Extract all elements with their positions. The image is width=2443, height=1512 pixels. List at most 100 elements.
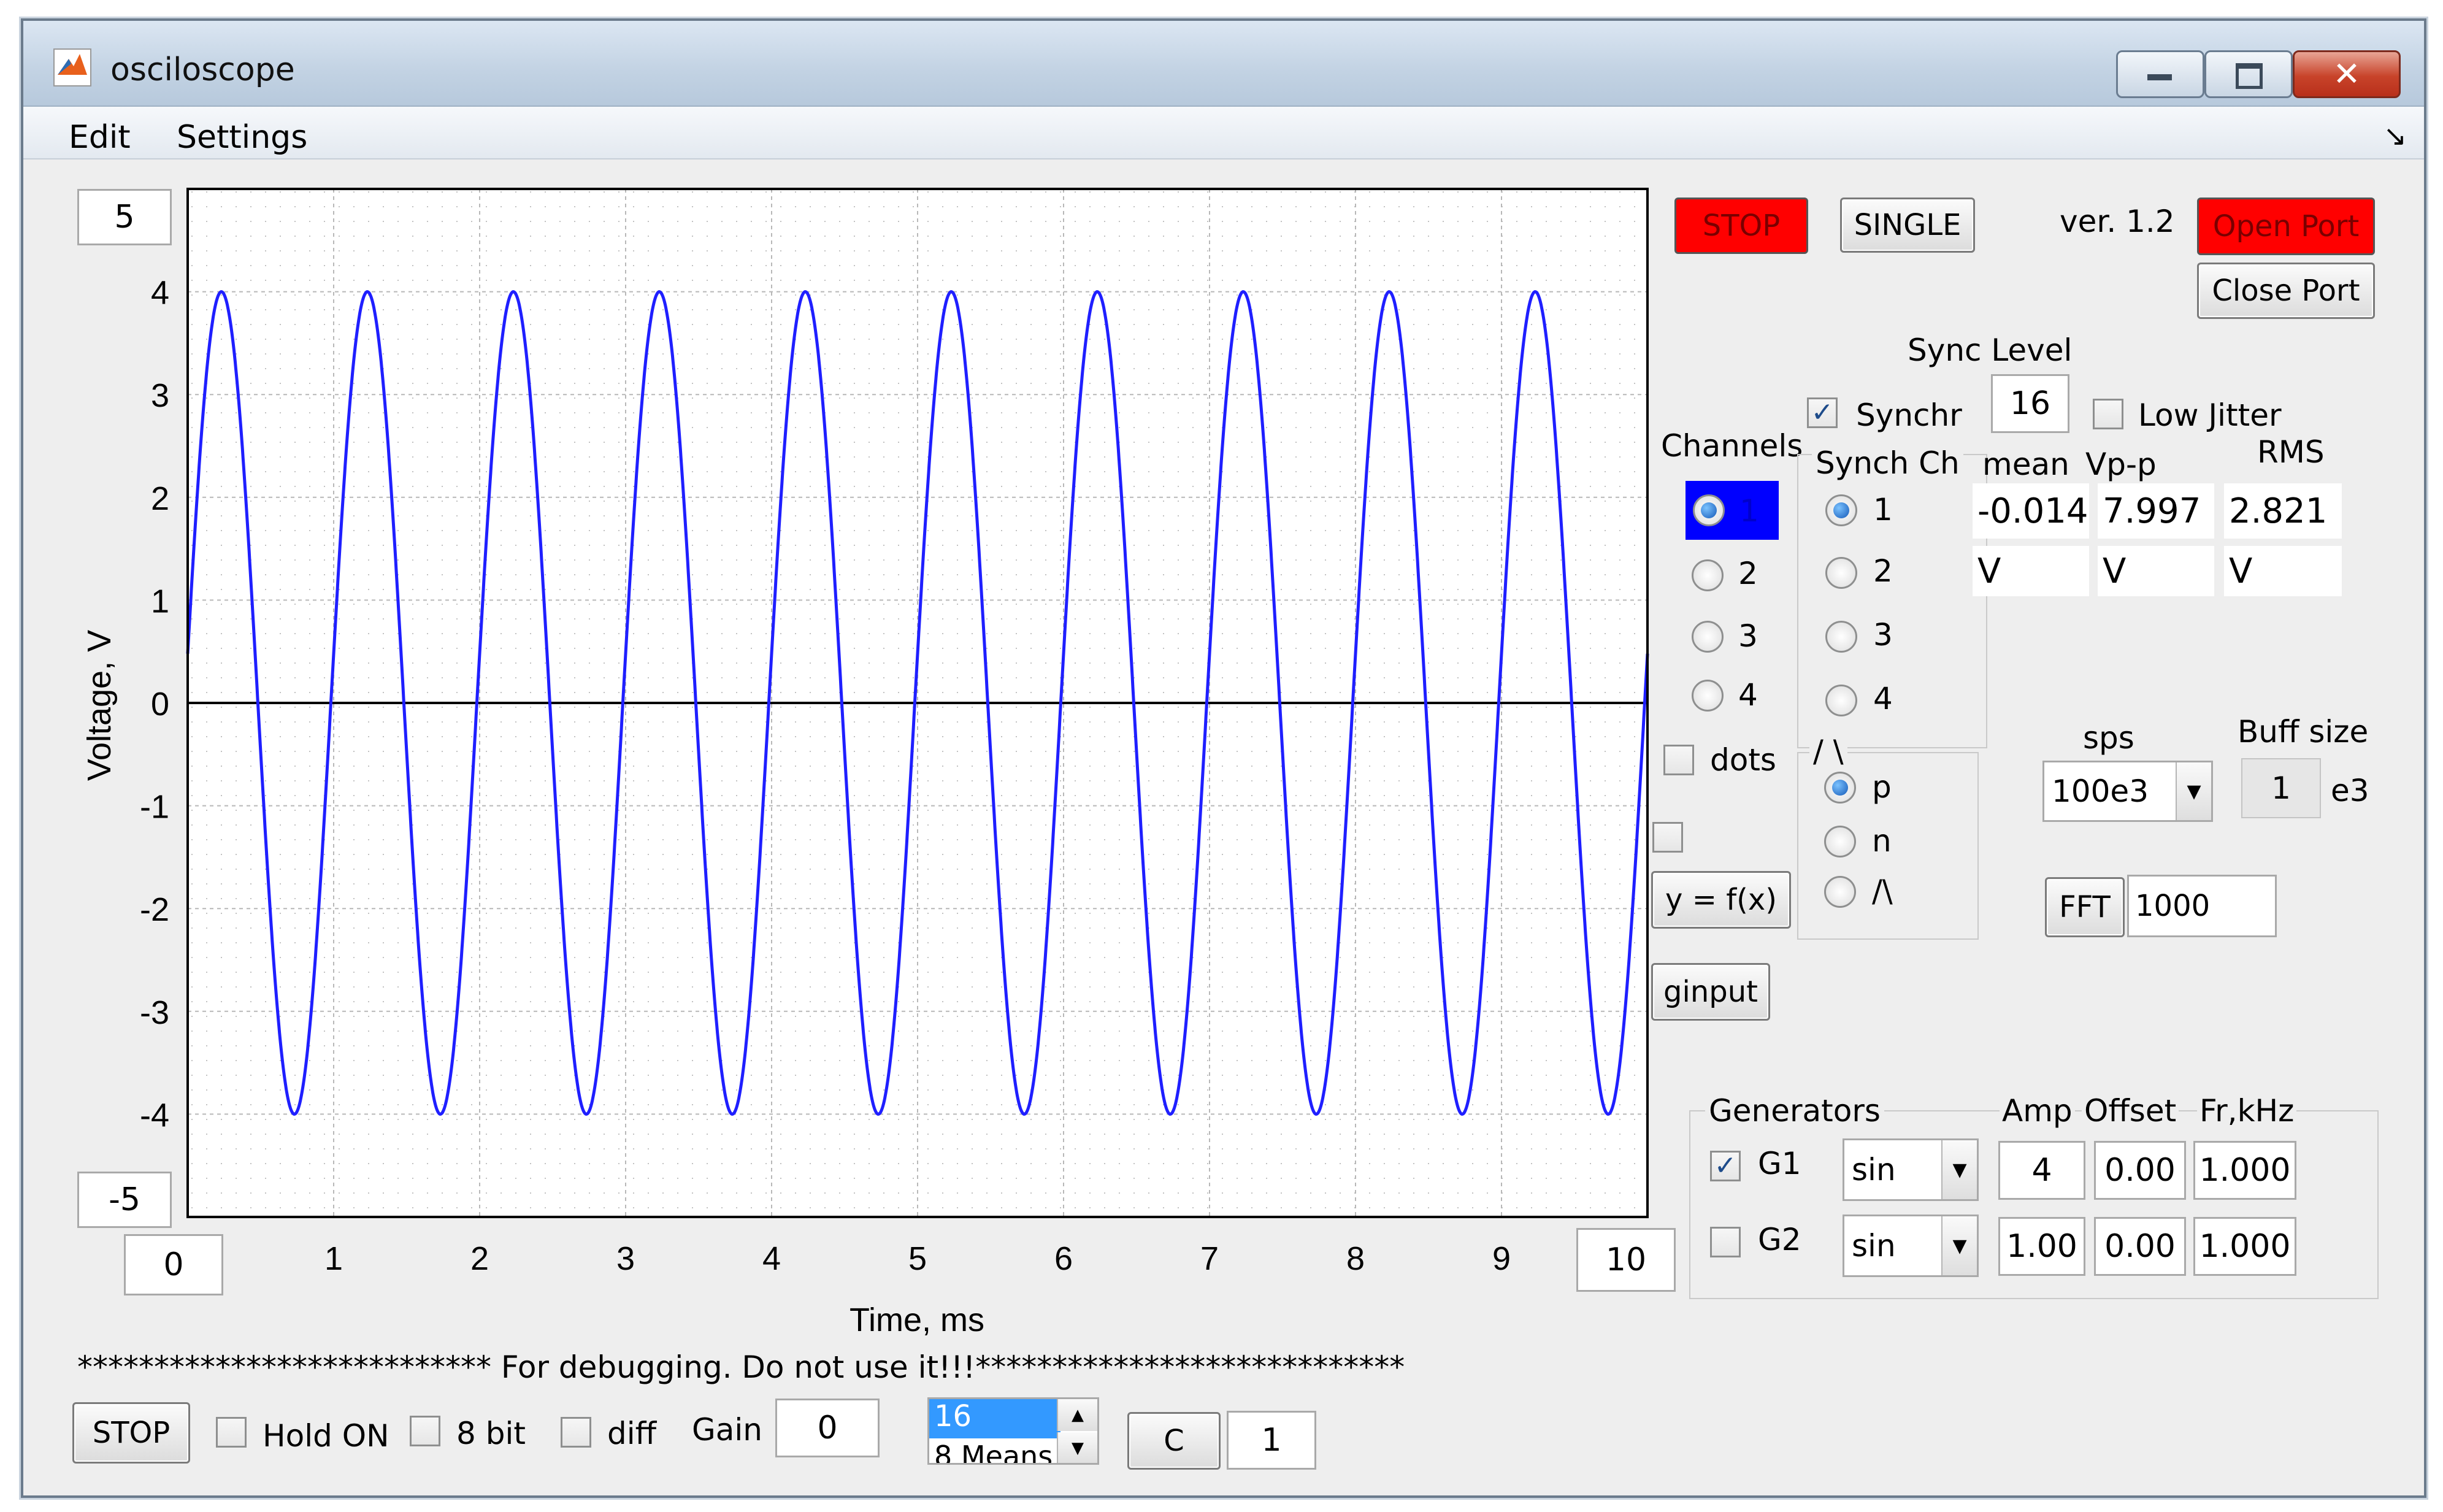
list-scroll-down-icon[interactable]: ▼ [1057, 1432, 1097, 1463]
channel-4-radio[interactable] [1692, 680, 1724, 712]
g1-wave-select[interactable]: sin ▼ [1843, 1138, 1979, 1201]
channel-3-label: 3 [1738, 618, 1758, 654]
edge-n-radio[interactable] [1824, 826, 1856, 858]
g1-amp-input[interactable]: 4 [1998, 1141, 2085, 1200]
y-tick-labels: 4 3 2 1 0 -1 -2 -3 -4 [140, 275, 169, 1134]
yfx-button[interactable]: y = f(x) [1651, 871, 1791, 929]
synch-ch-2-radio[interactable] [1825, 557, 1857, 589]
debug-banner: *************************** For debuggin… [77, 1349, 1405, 1385]
y-tick-label: 1 [151, 583, 169, 620]
synchr-label: Synchr [1856, 397, 1962, 433]
g1-wave-value: sin [1852, 1152, 1896, 1188]
x-tick-labels: 1 2 3 4 5 6 7 8 9 [324, 1240, 1511, 1277]
synchr-checkbox[interactable]: ✓ [1807, 397, 1838, 428]
rms-label: RMS [2257, 434, 2325, 470]
edge-both-label: /\ [1872, 873, 1893, 909]
chevron-down-icon: ▼ [1941, 1140, 1977, 1199]
g1-label: G1 [1758, 1146, 1801, 1181]
hold-on-label: Hold ON [263, 1418, 389, 1454]
diff-checkbox[interactable] [561, 1417, 591, 1448]
xmax-input[interactable]: 10 [1576, 1228, 1676, 1292]
g2-checkbox[interactable] [1710, 1227, 1741, 1257]
x-tick-label: 8 [1346, 1240, 1365, 1277]
g2-offset-input[interactable]: 0.00 [2094, 1217, 2186, 1276]
dots-checkbox[interactable] [1663, 745, 1694, 775]
x-axis-label: Time, ms [849, 1302, 984, 1338]
fft-size-input[interactable]: 1000 [2127, 875, 2277, 937]
buff-size-label: Buff size [2238, 714, 2369, 750]
synch-ch-label: Synch Ch [1812, 445, 1963, 481]
g2-freq-input[interactable]: 1.000 [2193, 1217, 2296, 1276]
rms-value: 2.821 [2224, 483, 2342, 539]
chevron-down-icon: ▼ [2176, 762, 2211, 820]
g1-checkbox[interactable]: ✓ [1710, 1151, 1741, 1181]
synch-ch-1-radio[interactable] [1825, 494, 1857, 526]
c-button[interactable]: C [1127, 1412, 1221, 1470]
edge-p-label: p [1872, 769, 1892, 805]
channel-1-radio[interactable] [1693, 494, 1725, 526]
y-tick-label: 2 [151, 480, 169, 517]
x-tick-label: 6 [1054, 1240, 1073, 1277]
y-tick-label: 0 [151, 686, 169, 723]
rms-unit: V [2224, 546, 2342, 596]
x-tick-label: 1 [324, 1240, 343, 1277]
x-tick-label: 7 [1200, 1240, 1219, 1277]
8bit-label: 8 bit [456, 1416, 526, 1451]
stop-button[interactable]: STOP [1674, 198, 1808, 254]
channel-3-radio[interactable] [1692, 621, 1724, 653]
mode-list-item[interactable]: 8 Means [929, 1440, 1060, 1463]
sps-selected-value: 100e3 [2052, 773, 2149, 809]
ginput-button[interactable]: ginput [1651, 963, 1770, 1021]
g2-label: G2 [1758, 1222, 1801, 1257]
list-scroll-up-icon[interactable]: ▲ [1057, 1399, 1097, 1431]
low-jitter-checkbox[interactable] [2093, 399, 2123, 429]
8bit-checkbox[interactable] [410, 1416, 440, 1446]
xmin-input[interactable]: 0 [124, 1234, 223, 1295]
synch-ch-4-radio[interactable] [1825, 685, 1857, 716]
x-tick-label: 4 [762, 1240, 781, 1277]
chevron-down-icon: ▼ [1941, 1216, 1977, 1275]
g1-freq-input[interactable]: 1.000 [2193, 1141, 2296, 1200]
g2-wave-value: sin [1852, 1228, 1896, 1264]
ymax-input[interactable]: 5 [77, 189, 172, 245]
buff-unit-label: e3 [2331, 773, 2369, 808]
x-tick-label: 2 [470, 1240, 489, 1277]
g2-amp-input[interactable]: 1.00 [1998, 1217, 2085, 1276]
single-button[interactable]: SINGLE [1840, 198, 1975, 253]
x-tick-label: 5 [908, 1240, 927, 1277]
sync-level-label: Sync Level [1908, 332, 2073, 368]
mean-label: mean [1982, 447, 2069, 482]
mean-value: -0.014 [1973, 483, 2089, 539]
sync-level-input[interactable]: 16 [1991, 374, 2069, 433]
sps-select[interactable]: 100e3 ▼ [2042, 761, 2213, 822]
close-port-button[interactable]: Close Port [2197, 263, 2375, 319]
c-input[interactable]: 1 [1227, 1411, 1316, 1470]
gain-input[interactable]: 0 [775, 1399, 880, 1457]
g1-offset-input[interactable]: 0.00 [2094, 1141, 2186, 1200]
vpp-label: Vp-p [2085, 447, 2157, 482]
g2-wave-select[interactable]: sin ▼ [1843, 1215, 1979, 1277]
ymin-input[interactable]: -5 [77, 1172, 172, 1228]
fft-button[interactable]: FFT [2045, 877, 2125, 937]
hold-on-checkbox[interactable] [216, 1417, 247, 1448]
synch-ch-4-label: 4 [1873, 681, 1893, 716]
mean-unit: V [1973, 546, 2089, 596]
y-tick-label: 3 [151, 377, 169, 414]
y-tick-label: -2 [140, 891, 169, 928]
debug-stop-button[interactable]: STOP [72, 1402, 190, 1464]
open-port-button[interactable]: Open Port [2197, 198, 2375, 255]
sps-label: sps [2083, 720, 2134, 756]
diff-label: diff [607, 1416, 657, 1451]
y-tick-label: -3 [140, 994, 169, 1031]
edge-n-label: n [1872, 823, 1892, 859]
synch-ch-3-radio[interactable] [1825, 621, 1857, 653]
yfx-checkbox[interactable] [1652, 822, 1683, 853]
generators-amp-header: Amp [2000, 1093, 2075, 1129]
channel-4-label: 4 [1738, 677, 1758, 713]
edge-p-radio[interactable] [1824, 772, 1856, 804]
edge-both-radio[interactable] [1824, 876, 1856, 908]
mode-listbox[interactable]: 16 8 Means ▲ ▼ [927, 1397, 1099, 1465]
buff-size-value: 1 [2241, 758, 2321, 818]
mode-list-selected[interactable]: 16 [929, 1399, 1060, 1438]
channel-2-radio[interactable] [1692, 559, 1724, 591]
